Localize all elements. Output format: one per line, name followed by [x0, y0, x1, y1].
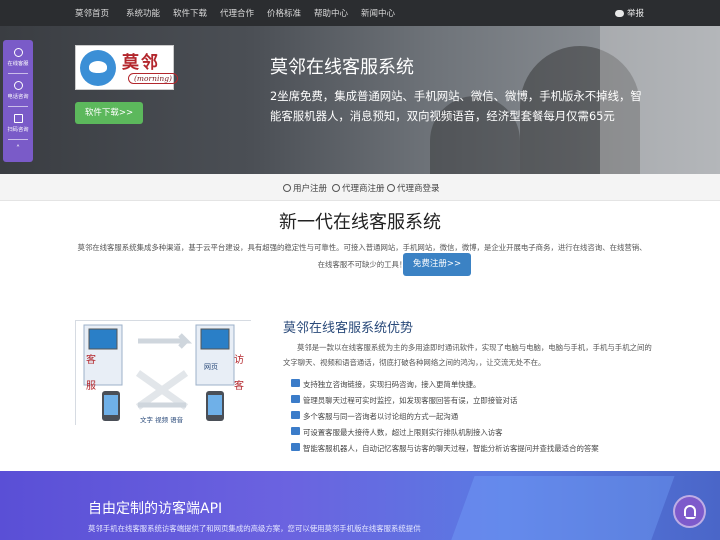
diagram-label: 客 — [86, 353, 96, 366]
collapse-button[interactable]: ˄ — [3, 144, 33, 153]
floating-contact-bar: 在线客服 电话咨询 扫码咨询 ˄ — [3, 40, 33, 162]
download-button[interactable]: 软件下载>> — [75, 102, 143, 124]
qr-consult-button[interactable]: 扫码咨询 — [3, 114, 33, 133]
nav-features[interactable]: 系统功能 — [126, 7, 160, 19]
user-icon — [387, 184, 395, 192]
diagram-label: 服 — [86, 380, 96, 392]
user-plus-icon — [283, 184, 291, 192]
phone-icon — [13, 81, 23, 90]
users-icon — [291, 411, 300, 419]
feature-item: 支持独立咨询链接，实现扫码咨询，接入更简单快捷。 — [291, 379, 480, 390]
nav-help[interactable]: 帮助中心 — [314, 7, 348, 19]
feature-item: 多个客服与同一咨询者以讨论组的方式一起沟通 — [291, 411, 458, 422]
free-register-button[interactable]: 免费注册>> — [403, 253, 471, 276]
brand-logo[interactable]: 莫邻 (morning) — [75, 45, 178, 90]
chat-float-button[interactable] — [673, 495, 706, 528]
feature-item: 可设置客服最大接待人数，超过上限则实行排队机制接入访客 — [291, 427, 503, 438]
communication-diagram: 客 服 访 客 网页 文字 视频 语音 — [75, 320, 252, 426]
diagram-label: 客 — [234, 379, 244, 392]
section-title: 新一代在线客服系统 — [279, 212, 441, 233]
agent-register-link[interactable]: 代理商注册 — [332, 182, 385, 194]
advantages-description: 莫邻是一款以在线客服系统为主的多用途即时通讯软件，实现了电脑与电脑，电脑与手机，… — [283, 343, 652, 367]
report-label: 举报 — [626, 9, 644, 19]
comment-icon — [614, 10, 624, 17]
id-card-icon — [291, 443, 300, 451]
bird-icon — [80, 50, 116, 86]
diagram-label: 访 — [234, 354, 244, 366]
diagram-label: 网页 — [204, 363, 218, 371]
qrcode-icon — [13, 114, 23, 123]
envelope-icon — [291, 379, 300, 387]
advantages-title: 莫邻在线客服系统优势 — [283, 321, 414, 336]
logo-text: 莫邻 — [122, 53, 160, 73]
feature-item: 管理员聊天过程可实时监控，如发现客服回答有误，立即接管对话 — [291, 395, 517, 406]
hero-title: 莫邻在线客服系统 — [270, 57, 414, 78]
api-banner: 自由定制的访客端API 莫邻手机在线客服系统访客端提供了和网页集成的高级方案，您… — [0, 471, 720, 540]
agent-login-link[interactable]: 代理商登录 — [387, 182, 440, 194]
nav-home[interactable]: 莫邻首页 — [75, 7, 109, 19]
online-service-button[interactable]: 在线客服 — [3, 48, 33, 67]
banner-title: 自由定制的访客端API — [88, 501, 223, 517]
top-nav: 莫邻首页 系统功能 软件下载 代理合作 价格标准 帮助中心 新闻中心 举报 — [0, 0, 720, 26]
nav-download[interactable]: 软件下载 — [173, 7, 207, 19]
headset-icon — [684, 505, 696, 516]
banner-description: 莫邻手机在线客服系统访客端提供了和网页集成的高级方案，您可以使用莫邻手机版在线客… — [88, 524, 421, 533]
nav-news[interactable]: 新闻中心 — [361, 7, 395, 19]
chat-icon — [13, 48, 23, 57]
phone-consult-button[interactable]: 电话咨询 — [3, 81, 33, 100]
comments-icon — [291, 395, 300, 403]
diagram-label: 文字 视频 语音 — [140, 415, 184, 424]
report-link[interactable]: 举报 — [614, 7, 644, 19]
diagram-graphic: 客 服 访 客 网页 文字 视频 语音 — [76, 321, 252, 426]
hero-description: 2坐席免费，集成普通网站、手机网站、微信、微博，手机版永不掉线，智能客服机器人，… — [270, 89, 642, 123]
user-circle-icon — [332, 184, 340, 192]
nav-agency[interactable]: 代理合作 — [220, 7, 254, 19]
feature-item: 智能客服机器人，自动记忆客服与访客的聊天过程，智能分析访客提问并查找最适合的答案 — [291, 443, 599, 454]
section-description: 莫邻在线客服系统集成多种渠道，基于云平台建设，具有超强的稳定性与可靠性。可接入普… — [77, 243, 647, 269]
nav-pricing[interactable]: 价格标准 — [267, 7, 301, 19]
video-icon — [291, 427, 300, 435]
register-bar: 用户注册 代理商注册 代理商登录 — [0, 174, 720, 201]
logo-subtext: (morning) — [128, 73, 178, 84]
user-register-link[interactable]: 用户注册 — [283, 182, 327, 194]
